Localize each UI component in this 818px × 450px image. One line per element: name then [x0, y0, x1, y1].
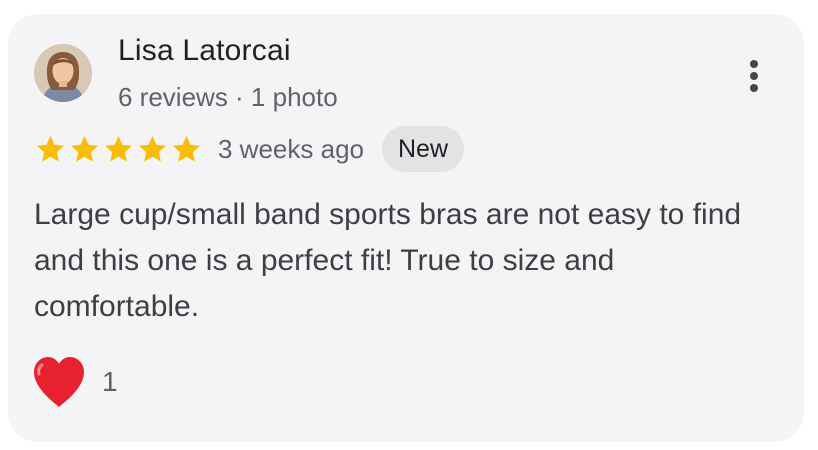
more-dot-icon [750, 72, 758, 80]
star-icon [105, 135, 132, 162]
more-options-button[interactable] [738, 56, 770, 96]
profile-photo-icon [34, 44, 92, 102]
star-icon [139, 135, 166, 162]
review-card: Lisa Latorcai 6 reviews · 1 photo 3 week… [8, 14, 804, 442]
rating-row: 3 weeks ago New [34, 124, 464, 174]
avatar[interactable] [34, 44, 92, 102]
author-name[interactable]: Lisa Latorcai [118, 34, 291, 68]
star-icon [37, 135, 64, 162]
more-dot-icon [750, 60, 758, 68]
reaction-count: 1 [102, 366, 118, 397]
star-icon [173, 135, 200, 162]
star-rating [34, 133, 204, 166]
more-dot-icon [750, 84, 758, 92]
like-reaction-button[interactable]: 1 [30, 354, 118, 410]
review-text: Large cup/small band sports bras are not… [34, 198, 742, 323]
author-meta[interactable]: 6 reviews · 1 photo [118, 82, 338, 113]
heart-icon [34, 357, 84, 407]
new-badge: New [381, 126, 464, 172]
star-icon [71, 135, 98, 162]
review-time: 3 weeks ago [218, 133, 364, 164]
